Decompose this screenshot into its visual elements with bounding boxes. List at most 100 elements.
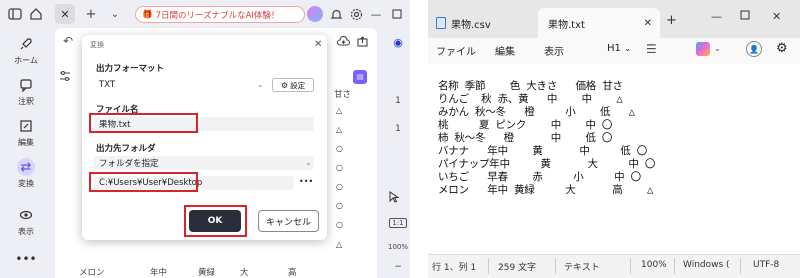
chevron-down-icon: ⌄ — [257, 80, 264, 89]
eye-icon — [17, 206, 35, 224]
account-icon[interactable]: 👤 — [746, 41, 762, 57]
sidebar-item-label: 編集 — [18, 138, 34, 147]
rocket-icon — [17, 35, 35, 53]
heading-value: H1 — [607, 43, 621, 54]
settings-label: 設定 — [290, 80, 306, 90]
robot-icon[interactable]: ◉ — [389, 36, 407, 49]
tab-txt[interactable]: 果物.txt ✕ — [538, 8, 660, 38]
close-icon[interactable]: ✕ — [772, 10, 781, 23]
avatar[interactable] — [307, 6, 323, 22]
folder-mode-select[interactable]: フォルダを指定 — [94, 156, 314, 170]
close-tab-icon[interactable]: ✕ — [55, 4, 75, 24]
sidebar-item-home[interactable]: ホーム — [0, 35, 52, 66]
chevron-down-icon: ⌄ — [305, 158, 312, 167]
bg-circle-mark: ○ — [336, 201, 343, 210]
bg-header-cell: 甘さ — [334, 90, 352, 100]
upload-cloud-icon[interactable] — [337, 36, 350, 47]
maximize-icon[interactable] — [740, 10, 750, 20]
ok-button[interactable]: OK — [189, 210, 241, 232]
text-line: メロン 年中 黄緑 大 高 △ — [438, 184, 654, 196]
status-divider — [488, 258, 489, 274]
folder-mode-value: フォルダを指定 — [99, 159, 159, 169]
cancel-button[interactable]: キャンセル — [258, 210, 319, 232]
status-divider — [630, 258, 631, 274]
close-tab-icon[interactable]: ✕ — [644, 18, 652, 29]
tab-csv[interactable]: 果物.csv — [436, 8, 536, 38]
list-format-icon[interactable]: ☰ — [646, 42, 657, 56]
ai-assistant-icon[interactable]: ▤ — [353, 70, 367, 84]
zoom-level: 100% — [641, 260, 667, 270]
sidebar-item-label: 表示 — [18, 227, 34, 236]
tab-label: 果物.csv — [451, 19, 491, 31]
bg-row-cell: 高 — [288, 268, 297, 278]
sidebar-item-label: 注釈 — [18, 97, 34, 106]
bg-circle-mark: ○ — [336, 144, 343, 153]
status-divider — [674, 258, 675, 274]
comment-icon — [17, 76, 35, 94]
status-divider — [555, 258, 556, 274]
chevron-down-icon: ⌄ — [624, 44, 631, 53]
dialog-title: 変換 — [90, 41, 104, 49]
browse-folder-button[interactable]: ••• — [299, 177, 313, 186]
bg-triangle-mark: △ — [336, 240, 343, 249]
new-tab-plus-icon[interactable]: + — [82, 5, 100, 23]
page-number-top: 1 — [395, 96, 401, 106]
edit-icon — [17, 117, 35, 135]
settings-gear-icon[interactable]: ⚙ — [776, 41, 788, 56]
status-divider — [740, 258, 741, 274]
undo-icon[interactable]: ↶ — [63, 34, 73, 48]
menu-edit[interactable]: 編集 — [495, 43, 515, 58]
folder-label: 出力先フォルダ — [96, 144, 156, 154]
settings-button[interactable]: ⚙ 設定 — [272, 78, 314, 92]
char-count: 259 文字 — [498, 263, 537, 273]
minimize-icon[interactable]: — — [711, 10, 722, 23]
sidebar-toggle-icon[interactable] — [6, 5, 24, 23]
copilot-icon[interactable] — [696, 42, 710, 56]
highlight-box — [89, 172, 198, 192]
zoom-level[interactable]: 100% — [386, 243, 410, 251]
format-label: 出力フォーマット — [96, 64, 165, 74]
minimize-icon[interactable]: — — [367, 5, 385, 23]
format-select[interactable]: TXT — [94, 78, 267, 92]
tab-label: 果物.txt — [548, 19, 585, 31]
menu-view[interactable]: 表示 — [544, 43, 564, 58]
sidebar-item-edit[interactable]: 編集 — [0, 117, 52, 148]
promo-banner[interactable]: 🎁 7日間のリーズナブルなAI体験！ — [135, 6, 305, 23]
chevron-down-icon[interactable]: ⌄ — [106, 5, 124, 23]
sidebar-item-label: 変換 — [18, 179, 34, 188]
filter-icon[interactable] — [59, 70, 71, 82]
file-icon — [436, 17, 446, 29]
right-tool-bar — [385, 28, 410, 278]
heading-selector[interactable]: H1 ⌄ — [607, 43, 631, 54]
actual-size-button[interactable]: 1:1 — [389, 218, 407, 228]
format-value: TXT — [99, 80, 116, 90]
bg-circle-mark: ○ — [336, 220, 343, 229]
menu-file[interactable]: ファイル — [436, 43, 476, 58]
zoom-out-icon[interactable]: − — [389, 262, 407, 272]
more-icon[interactable]: ••• — [0, 252, 52, 266]
page-number-bottom: 1 — [395, 124, 401, 134]
bg-circle-mark: ○ — [336, 163, 343, 172]
share-icon[interactable] — [357, 36, 368, 47]
cursor-arrow-icon[interactable] — [389, 191, 407, 203]
maximize-icon[interactable] — [388, 5, 406, 23]
convert-icon: ⇄ — [17, 158, 35, 176]
sidebar-item-annotate[interactable]: 注釈 — [0, 76, 52, 107]
screenshot-divider — [410, 0, 428, 278]
close-icon[interactable]: ✕ — [314, 39, 322, 50]
encoding: UTF-8 — [753, 260, 780, 270]
bell-icon[interactable] — [327, 5, 345, 23]
bg-row-cell: 年中 — [150, 268, 168, 278]
sidebar-item-view[interactable]: 表示 — [0, 206, 52, 237]
chevron-down-icon[interactable]: ⌄ — [714, 44, 721, 53]
gear-icon[interactable] — [347, 5, 365, 23]
sidebar-item-convert[interactable]: ⇄ 変換 — [0, 158, 52, 189]
bg-row-cell: メロン — [79, 268, 105, 278]
gear-icon: ⚙ — [280, 80, 289, 90]
new-tab-button[interactable]: + — [666, 13, 677, 28]
line-ending: Windows ( — [683, 260, 730, 270]
highlight-box — [89, 113, 198, 133]
home-icon[interactable] — [27, 5, 45, 23]
gift-icon: 🎁 — [142, 9, 153, 20]
cursor-position: 行 1、列 1 — [432, 263, 477, 273]
